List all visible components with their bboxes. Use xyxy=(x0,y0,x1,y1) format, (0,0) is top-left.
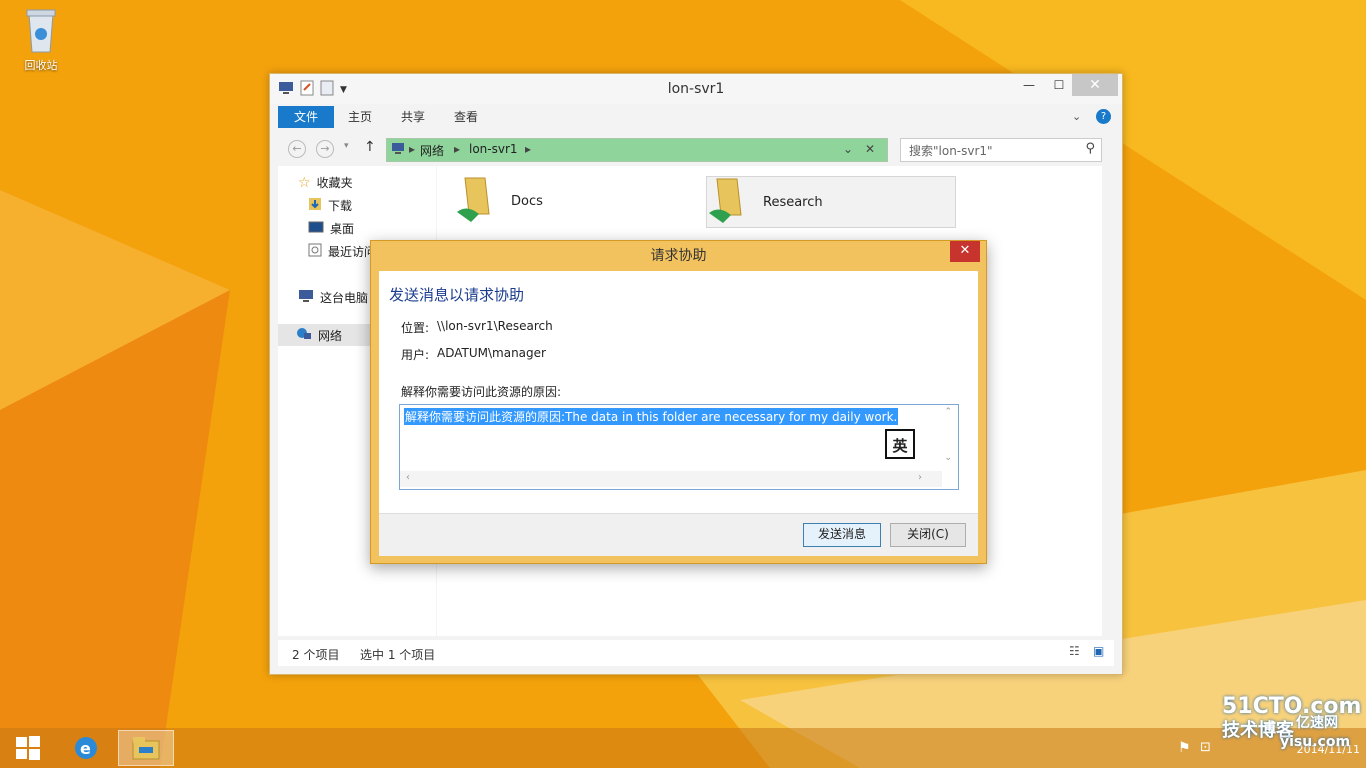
horizontal-scrollbar[interactable]: ‹ › xyxy=(400,471,942,487)
minimize-button[interactable]: — xyxy=(1014,74,1044,96)
address-bar[interactable]: ▸ 网络 ▸ lon-svr1 ▸ ⌄ ✕ xyxy=(386,138,888,162)
user-label: 用户: xyxy=(401,348,430,362)
ribbon-tabs: 文件 主页 共享 查看 ⌄ ? xyxy=(278,106,1114,130)
tab-view[interactable]: 查看 xyxy=(442,106,490,128)
windows-logo-icon xyxy=(16,736,40,760)
shared-folder-icon xyxy=(707,175,753,229)
large-icons-view-icon[interactable]: ▣ xyxy=(1093,644,1104,658)
recycle-bin[interactable]: 回收站 xyxy=(14,6,68,73)
taskbar-file-explorer[interactable] xyxy=(118,730,174,766)
clear-address-icon[interactable]: ✕ xyxy=(865,142,875,156)
tab-home[interactable]: 主页 xyxy=(336,106,384,128)
nav-this-pc-label: 这台电脑 xyxy=(320,291,369,305)
internet-explorer-icon: e xyxy=(75,737,97,759)
expand-ribbon-icon[interactable]: ⌄ xyxy=(1072,110,1081,123)
computer-icon xyxy=(298,289,314,306)
watermark-yisu: 亿速网 xyxy=(1296,715,1338,731)
taskbar: e ⚑ ⊡ xyxy=(0,728,1366,768)
help-icon[interactable]: ? xyxy=(1096,109,1111,124)
scroll-left-icon[interactable]: ‹ xyxy=(406,472,410,483)
location-label: 位置: xyxy=(401,321,430,335)
title-bar: ▼ lon-svr1 — ☐ ✕ xyxy=(270,74,1122,104)
tab-share[interactable]: 共享 xyxy=(389,106,437,128)
nav-network-label: 网络 xyxy=(318,328,343,343)
recycle-bin-label: 回收站 xyxy=(24,59,58,72)
nav-downloads-label: 下载 xyxy=(328,199,353,213)
address-row: ← → ▾ ↑ ▸ 网络 ▸ lon-svr1 ▸ ⌄ ✕ 搜索"lon-svr… xyxy=(278,136,1114,162)
scroll-right-icon[interactable]: › xyxy=(918,472,922,483)
dialog-close-button[interactable]: ✕ xyxy=(950,241,980,262)
folder-docs-label: Docs xyxy=(511,193,543,209)
search-icon[interactable]: ⚲ xyxy=(1085,141,1095,156)
dialog-body: 发送消息以请求协助 位置: \\lon-svr1\Research 用户: AD… xyxy=(379,271,978,513)
close-button[interactable]: ✕ xyxy=(1072,74,1118,96)
watermark-yisu-url: yisu.com xyxy=(1280,734,1351,750)
recent-places-icon xyxy=(308,243,322,260)
selected-message-text: 解释你需要访问此资源的原因:The data in this folder ar… xyxy=(404,408,899,425)
nav-downloads[interactable]: 下载 xyxy=(308,197,352,214)
tab-file[interactable]: 文件 xyxy=(278,106,334,128)
send-message-button[interactable]: 发送消息 xyxy=(803,523,881,547)
breadcrumb-network[interactable]: 网络 xyxy=(420,142,444,159)
network-icon xyxy=(296,327,312,344)
desktop: 回收站 ▼ lon-svr1 — ☐ ✕ 文件 主页 共享 查看 ⌄ ? ← → xyxy=(0,0,1366,768)
file-explorer-icon xyxy=(132,737,160,760)
window-title: lon-svr1 xyxy=(667,81,725,97)
nav-favorites[interactable]: ☆ 收藏夹 xyxy=(298,174,353,191)
reason-textarea[interactable]: 解释你需要访问此资源的原因:The data in this folder ar… xyxy=(399,404,959,490)
scroll-up-icon[interactable]: ⌃ xyxy=(944,407,952,417)
scroll-down-icon[interactable]: ⌄ xyxy=(944,453,952,463)
nav-recent[interactable]: 最近访问 xyxy=(308,243,376,260)
details-view-icon[interactable]: ☷ xyxy=(1069,644,1080,658)
location-value: \\lon-svr1\Research xyxy=(437,319,553,333)
status-bar: 2 个项目 选中 1 个项目 ☷ ▣ xyxy=(278,640,1114,666)
address-dropdown-icon[interactable]: ⌄ xyxy=(843,142,853,156)
start-button[interactable] xyxy=(0,730,56,766)
desktop-icon xyxy=(308,221,324,236)
breadcrumb-lon-svr1[interactable]: lon-svr1 xyxy=(469,142,518,156)
folder-docs[interactable]: Docs xyxy=(455,176,695,226)
svg-text:e: e xyxy=(80,739,91,758)
close-dialog-button[interactable]: 关闭(C) xyxy=(890,523,966,547)
search-box[interactable]: 搜索"lon-svr1" ⚲ xyxy=(900,138,1102,162)
item-count: 2 个项目 xyxy=(292,648,340,662)
nav-this-pc[interactable]: 这台电脑 xyxy=(298,289,368,306)
nav-desktop[interactable]: 桌面 xyxy=(308,220,354,237)
explain-label: 解释你需要访问此资源的原因: xyxy=(401,385,562,399)
request-assistance-dialog: 请求协助 ✕ 发送消息以请求协助 位置: \\lon-svr1\Research… xyxy=(370,240,987,564)
taskbar-internet-explorer[interactable]: e xyxy=(58,730,114,766)
network-location-icon xyxy=(391,141,405,158)
forward-button[interactable]: → xyxy=(316,140,334,158)
maximize-button[interactable]: ☐ xyxy=(1044,74,1074,96)
action-center-flag-icon[interactable]: ⚑ xyxy=(1178,740,1191,756)
search-placeholder: 搜索"lon-svr1" xyxy=(909,144,993,158)
nav-recent-label: 最近访问 xyxy=(328,245,377,259)
network-tray-icon[interactable]: ⊡ xyxy=(1200,740,1211,755)
recycle-bin-icon xyxy=(26,9,56,53)
folder-research-label: Research xyxy=(763,194,823,210)
nav-desktop-label: 桌面 xyxy=(330,222,355,236)
ime-mode-indicator: 英 xyxy=(885,429,915,459)
up-button[interactable]: ↑ xyxy=(364,139,376,155)
recent-locations-icon[interactable]: ▾ xyxy=(344,141,349,151)
user-value: ADATUM\manager xyxy=(437,346,546,360)
dialog-footer: 发送消息 关闭(C) xyxy=(379,513,978,556)
star-icon: ☆ xyxy=(298,174,311,191)
downloads-icon xyxy=(308,197,322,214)
folder-research[interactable]: Research xyxy=(706,176,956,228)
back-button[interactable]: ← xyxy=(288,140,306,158)
nav-favorites-label: 收藏夹 xyxy=(316,176,353,190)
dialog-heading: 发送消息以请求协助 xyxy=(389,286,525,304)
shared-folder-icon xyxy=(455,174,501,228)
selected-count: 选中 1 个项目 xyxy=(360,648,436,662)
dialog-title: 请求协助 xyxy=(650,248,707,264)
